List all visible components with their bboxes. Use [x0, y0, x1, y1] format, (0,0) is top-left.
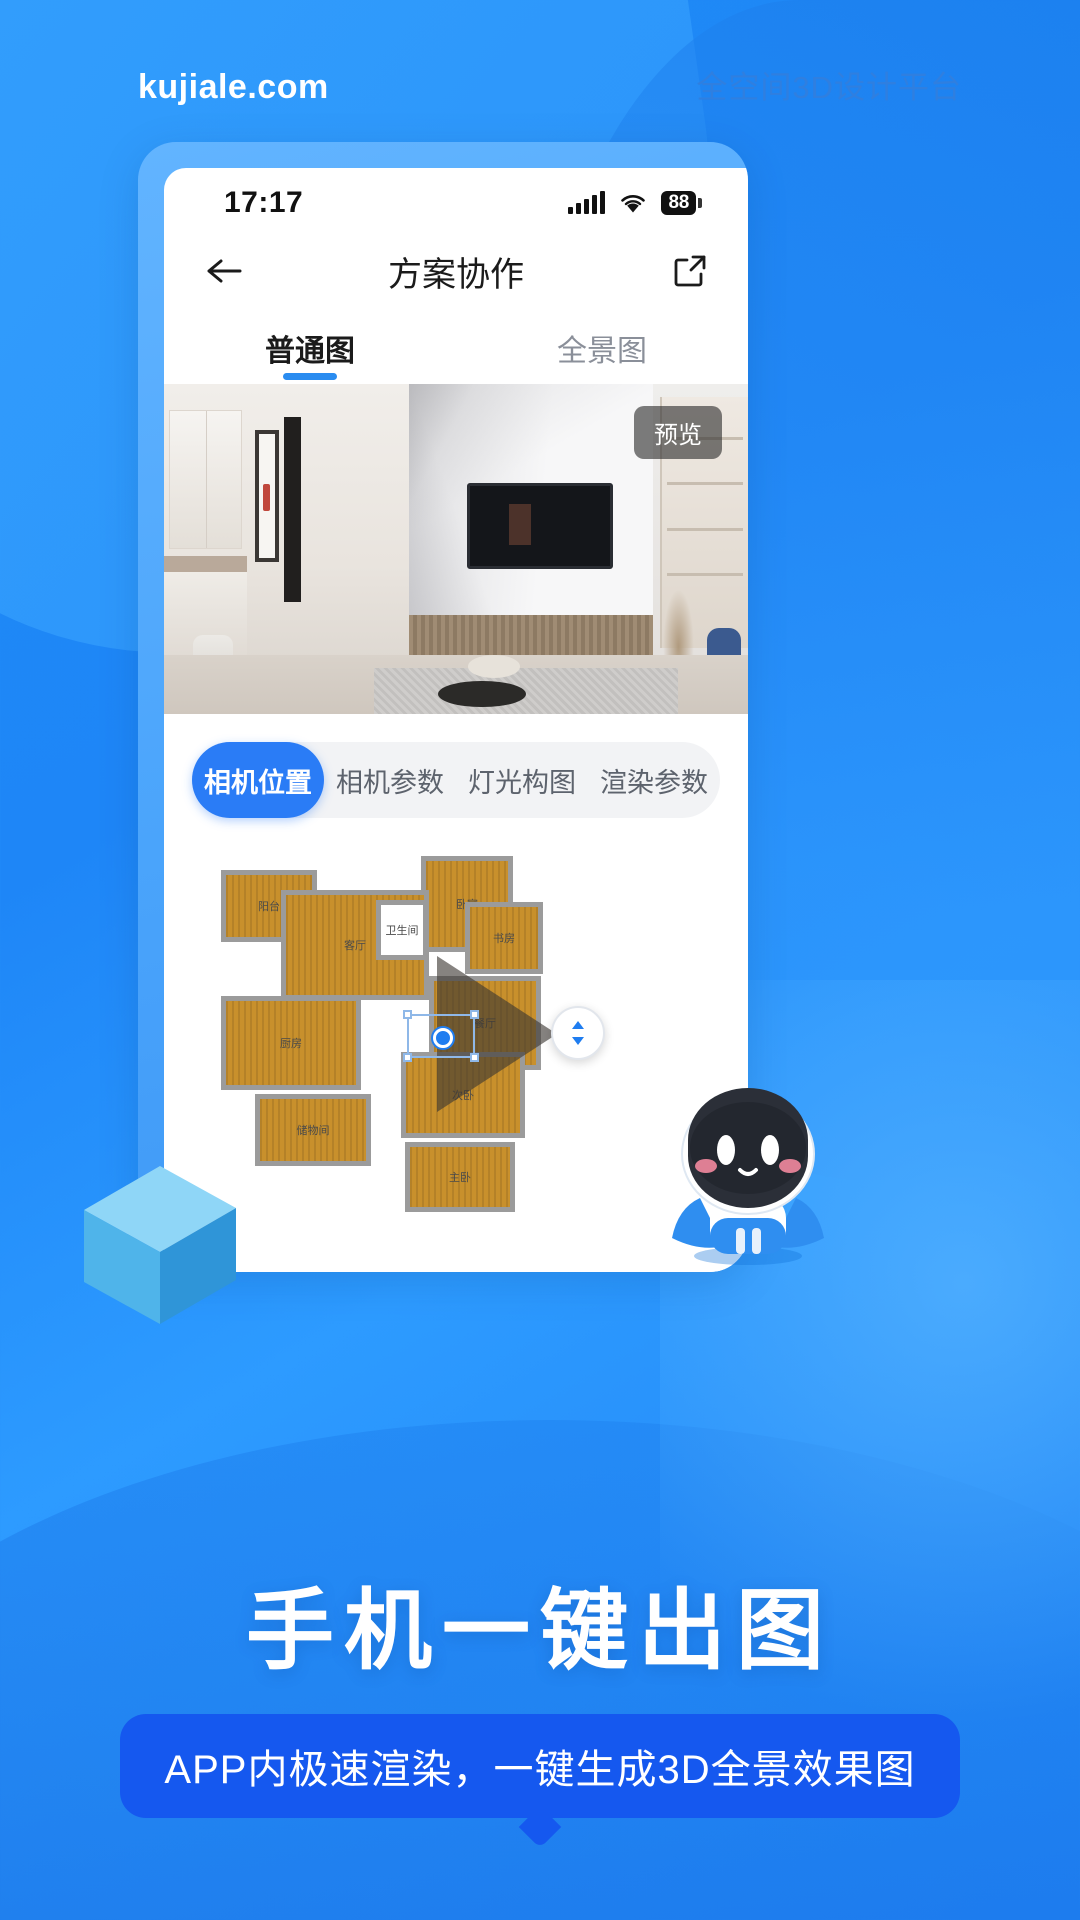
camera-dot[interactable] [433, 1028, 453, 1048]
promo-cta-banner[interactable]: APP内极速渲染，一键生成3D全景效果图 [120, 1714, 960, 1818]
floorplan-room-label: 主卧 [449, 1172, 471, 1184]
back-button[interactable] [198, 245, 250, 297]
chip-camera-position[interactable]: 相机位置 [192, 742, 324, 818]
floorplan-room-label: 储物间 [296, 1125, 330, 1137]
chip-lighting-composition[interactable]: 灯光构图 [456, 742, 588, 818]
decorative-cube [78, 1160, 243, 1330]
floorplan-room-label: 阳台 [258, 901, 280, 913]
chip-render-parameters[interactable]: 渲染参数 [588, 742, 720, 818]
view-mode-tabs: 普通图 全景图 [164, 312, 748, 384]
floorplan-canvas[interactable]: 卧室阳台客厅卫生间书房餐厅厨房次卧储物间主卧 [221, 856, 691, 1272]
preview-badge[interactable]: 预览 [634, 406, 722, 459]
app-nav-bar: 方案协作 [164, 230, 748, 312]
promo-headline: 手机一键出图 [245, 1581, 834, 1680]
status-time: 17:17 [224, 186, 304, 219]
floorplan-room-label: 书房 [493, 933, 515, 945]
floorplan-room-label: 厨房 [280, 1038, 302, 1050]
floorplan-room[interactable]: 主卧 [405, 1142, 515, 1212]
pampas-grass-decor [663, 588, 694, 662]
floorplan-room-label: 客厅 [344, 940, 366, 952]
render-preview-image[interactable]: 预览 [164, 384, 748, 714]
status-bar: 17:17 88 [164, 168, 748, 230]
tab-panorama-image[interactable]: 全景图 [456, 312, 748, 384]
kitchen-counter [164, 555, 248, 573]
area-rug [374, 667, 678, 714]
camera-height-control[interactable] [551, 1006, 605, 1060]
brand-row: kujiale.com 全空间3D设计平台 [0, 62, 1080, 107]
kitchen-cabinet [168, 410, 243, 549]
share-external-icon[interactable] [666, 247, 714, 295]
floorplan-room[interactable]: 储物间 [255, 1094, 371, 1166]
floorplan-room-label: 卫生间 [385, 925, 419, 937]
ottoman [467, 654, 521, 678]
brand-tagline: 全空间3D设计平台 [696, 70, 962, 105]
signal-bars-icon [568, 191, 606, 214]
robot-mascot [648, 1078, 848, 1268]
chip-group: 相机位置 相机参数 灯光构图 渲染参数 [192, 742, 720, 818]
wall-art-frame [254, 430, 280, 563]
wifi-icon [619, 192, 647, 214]
brand-logo: kujiale.com [138, 68, 329, 106]
settings-chip-bar: 相机位置 相机参数 灯光构图 渲染参数 [164, 714, 748, 828]
dark-doorway [284, 417, 302, 602]
chip-camera-parameters[interactable]: 相机参数 [324, 742, 456, 818]
page-title: 方案协作 [388, 255, 524, 294]
status-icons: 88 [568, 191, 702, 215]
battery-level: 88 [661, 191, 696, 215]
tab-normal-image[interactable]: 普通图 [164, 312, 456, 384]
camera-position-marker-icon[interactable] [403, 1010, 479, 1062]
battery-cap [698, 198, 702, 208]
floorplan-room[interactable]: 厨房 [221, 996, 361, 1090]
television [466, 483, 613, 569]
floorplan-room[interactable]: 卫生间 [376, 900, 428, 960]
battery-icon: 88 [661, 191, 702, 215]
